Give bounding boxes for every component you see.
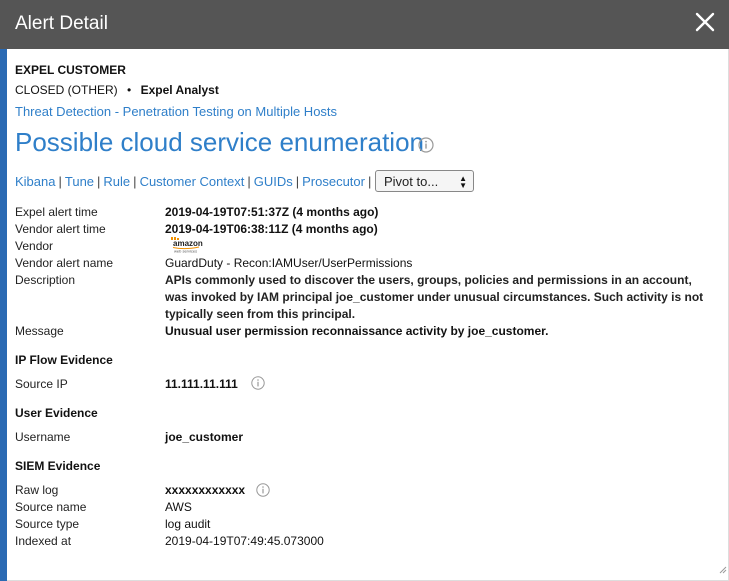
vendor-alert-name-label: Vendor alert name (15, 256, 114, 270)
pivot-selected-value: Pivot to... (384, 174, 439, 189)
resize-handle-icon[interactable] (719, 561, 727, 579)
close-icon[interactable] (695, 12, 715, 34)
user-evidence-heading: User Evidence (15, 406, 98, 420)
link-separator: | (97, 174, 101, 189)
siem-evidence-heading: SIEM Evidence (15, 459, 101, 473)
indexed-at-value: 2019-04-19T07:49:45.073000 (165, 534, 324, 548)
source-type-label: Source type (15, 517, 80, 531)
pivot-select[interactable]: Pivot to... ▲ ▼ (375, 170, 474, 192)
kibana-link[interactable]: Kibana (15, 174, 55, 189)
dialog-titlebar: Alert Detail (0, 0, 729, 49)
status-assignee: Expel Analyst (140, 83, 219, 97)
message-value: Unusual user permission reconnaissance a… (165, 324, 549, 338)
description-label: Description (15, 273, 76, 287)
source-ip-value: 11.111.11.111 (165, 377, 238, 391)
username-value: joe_customer (165, 430, 244, 444)
action-links: Kibana | Tune | Rule | Customer Context | GUIDs |… (15, 174, 374, 189)
indexed-at-label: Indexed at (15, 534, 72, 548)
vendor-alert-time-value: 2019-04-19T06:38:11Z (4 months ago) (165, 222, 378, 236)
customer-context-link[interactable]: Customer Context (140, 174, 245, 189)
amazon-logo: amazon web services (165, 237, 210, 254)
accent-left-bar (0, 49, 7, 581)
expel-alert-time-value: 2019-04-19T07:51:37Z (4 months ago) (165, 205, 379, 219)
dialog-title: Alert Detail (15, 13, 108, 34)
vendor-label: Vendor (15, 239, 54, 253)
raw-log-label: Raw log (15, 483, 59, 497)
status-state: CLOSED (OTHER) (15, 83, 118, 97)
alert-title: Possible cloud service enumeration (15, 127, 424, 157)
vendor-alert-name-value: GuardDuty - Recon:IAMUser/UserPermission… (165, 256, 413, 270)
raw-log-value: xxxxxxxxxxxx (165, 483, 246, 497)
info-icon[interactable] (418, 137, 434, 158)
source-ip-label: Source IP (15, 377, 68, 391)
link-separator: | (367, 174, 372, 189)
link-separator: | (58, 174, 62, 189)
vendor-alert-time-label: Vendor alert time (15, 222, 106, 236)
alert-status: CLOSED (OTHER) • Expel Analyst (15, 83, 219, 97)
username-label: Username (15, 430, 71, 444)
status-separator: • (127, 83, 132, 97)
link-separator: | (133, 174, 137, 189)
source-name-value: AWS (165, 500, 192, 514)
prosecutor-link[interactable]: Prosecutor (302, 174, 365, 189)
info-icon[interactable] (256, 483, 270, 502)
rule-link[interactable]: Rule (103, 174, 130, 189)
customer-name: EXPEL CUSTOMER (15, 63, 126, 77)
message-label: Message (15, 324, 64, 338)
ip-flow-heading: IP Flow Evidence (15, 353, 113, 367)
expel-alert-time-label: Expel alert time (15, 205, 98, 219)
info-icon[interactable] (251, 376, 265, 395)
svg-text:web services: web services (174, 249, 197, 254)
link-separator: | (295, 174, 300, 189)
source-name-label: Source name (15, 500, 87, 514)
select-arrows-icon: ▲ ▼ (459, 174, 467, 190)
link-separator: | (247, 174, 251, 189)
investigation-link[interactable]: Threat Detection - Penetration Testing o… (15, 104, 337, 119)
guids-link[interactable]: GUIDs (254, 174, 293, 189)
tune-link[interactable]: Tune (65, 174, 94, 189)
source-type-value: log audit (165, 517, 211, 531)
description-value: APIs commonly used to discover the users… (165, 273, 704, 321)
